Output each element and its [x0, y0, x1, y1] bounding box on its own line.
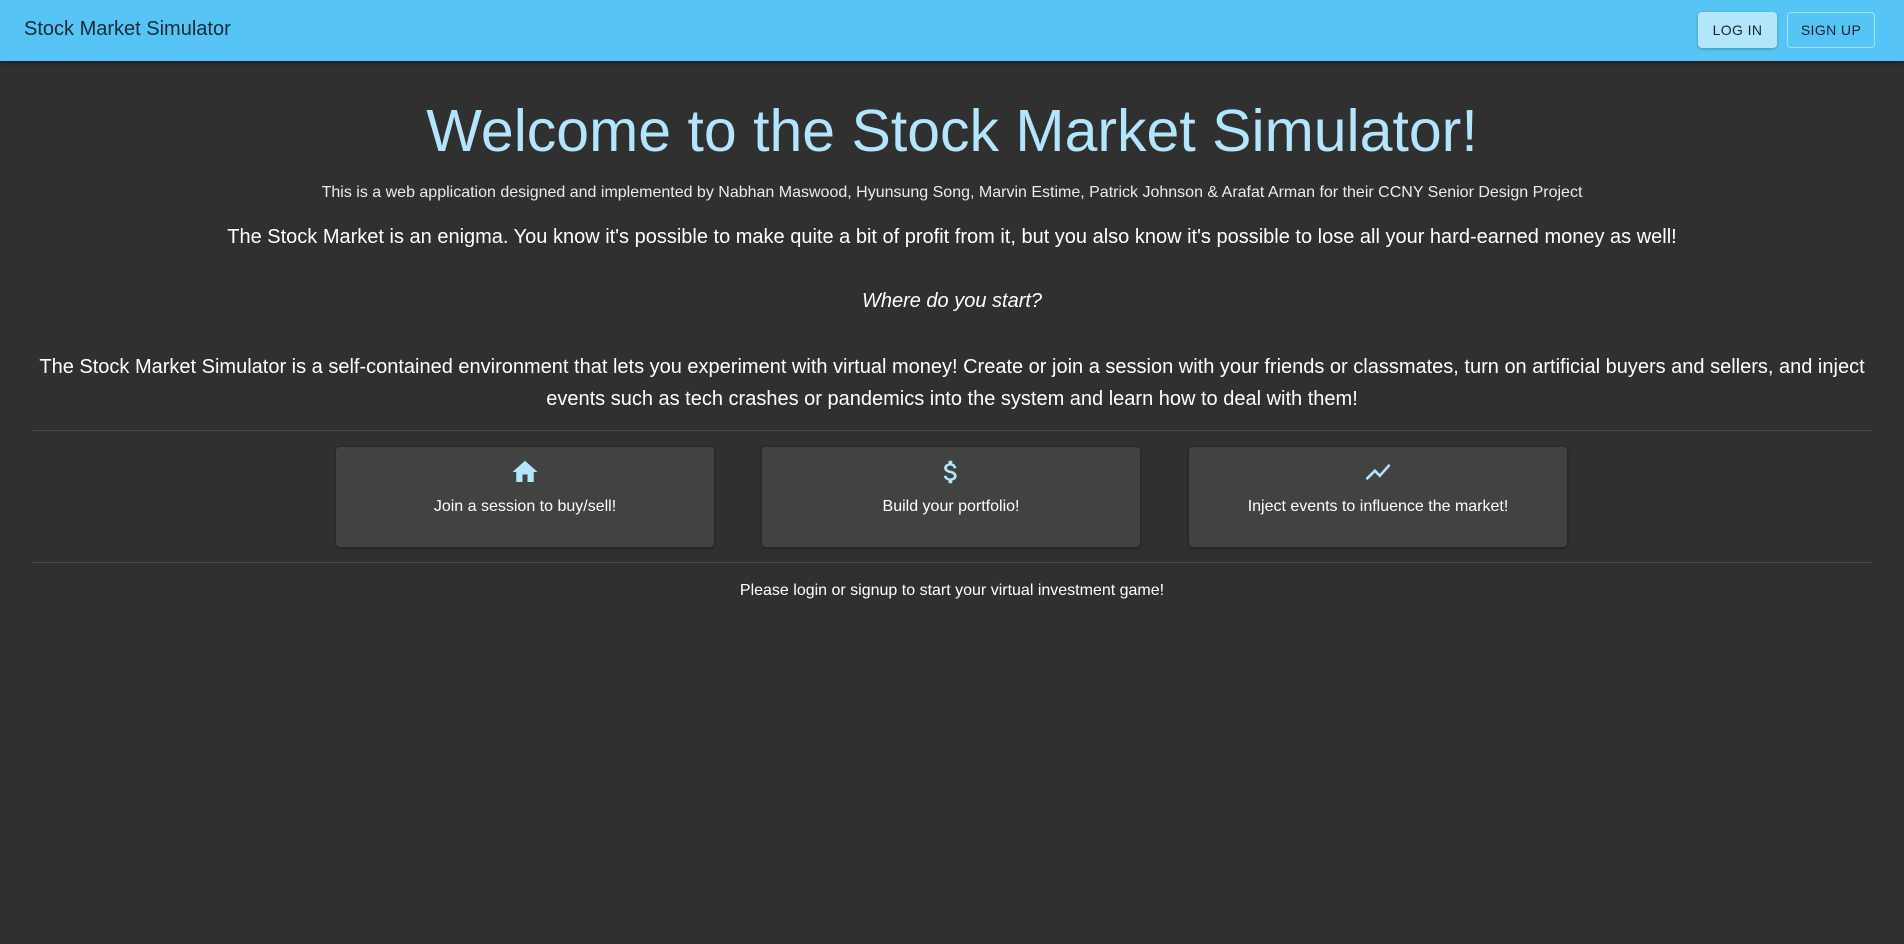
description-text: The Stock Market Simulator is a self-con…: [39, 356, 1865, 410]
main-content: Welcome to the Stock Market Simulator! T…: [0, 61, 1904, 944]
home-icon: [512, 460, 538, 482]
feature-card-label: Join a session to buy/sell!: [433, 498, 617, 515]
divider: [32, 562, 1872, 563]
feature-card-join-session[interactable]: Join a session to buy/sell!: [336, 447, 714, 547]
divider: [32, 430, 1872, 431]
credits-text: This is a web application designed and i…: [321, 184, 1583, 201]
intro-text: The Stock Market is an enigma. You know …: [227, 226, 1677, 248]
login-button[interactable]: LOG IN: [1698, 12, 1777, 48]
login-prompt-text: Please login or signup to start your vir…: [739, 582, 1165, 599]
app-bar: Stock Market Simulator LOG IN SIGN UP: [0, 0, 1904, 61]
app-title: Stock Market Simulator: [24, 18, 231, 40]
page-title: Welcome to the Stock Market Simulator!: [426, 98, 1478, 164]
signup-button[interactable]: SIGN UP: [1787, 12, 1875, 48]
question-text: Where do you start?: [861, 290, 1043, 312]
feature-card-inject-events[interactable]: Inject events to influence the market!: [1189, 447, 1567, 547]
trending-line-icon: [1365, 463, 1391, 481]
dollar-icon: [943, 460, 957, 484]
feature-card-label: Build your portfolio!: [882, 498, 1020, 515]
feature-card-label: Inject events to influence the market!: [1247, 498, 1509, 515]
feature-card-portfolio[interactable]: Build your portfolio!: [762, 447, 1140, 547]
